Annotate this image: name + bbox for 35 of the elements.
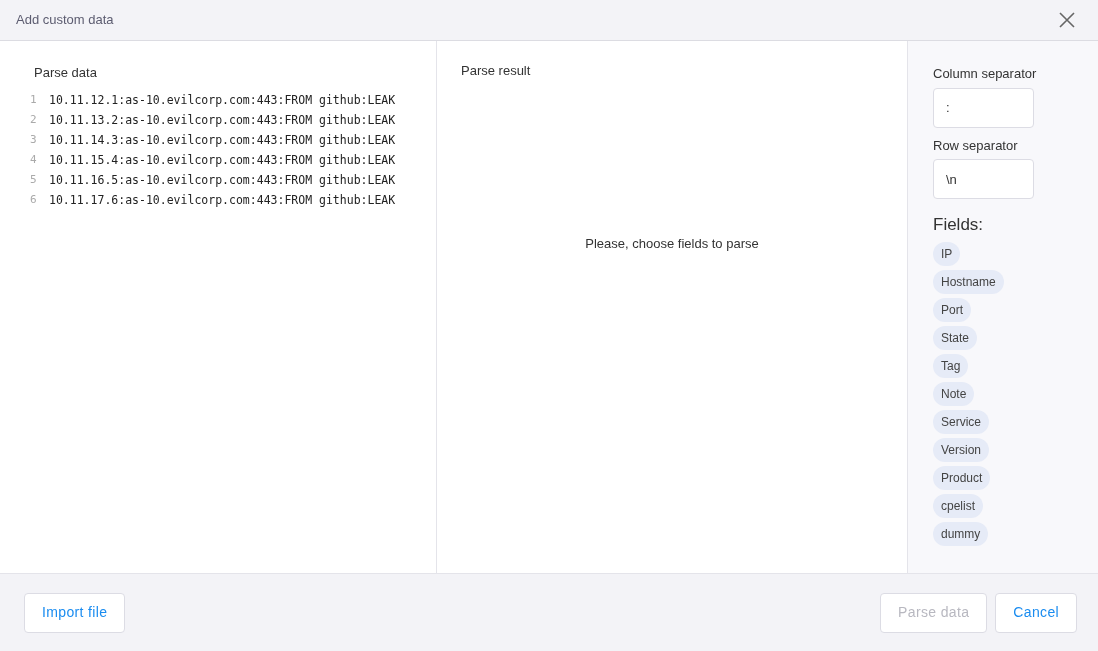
panel-label: Parse result xyxy=(461,62,531,80)
field-chip[interactable]: State xyxy=(933,325,978,350)
line-number: 5 xyxy=(30,172,38,189)
panel-label: Parse data xyxy=(34,64,97,82)
field-chip[interactable]: cpelist xyxy=(933,493,983,518)
field-chip[interactable]: Hostname xyxy=(933,269,1004,294)
line-number: 2 xyxy=(30,112,38,129)
code-line: 10.11.16.5:as-10.evilcorp.com:443:FROM github:LEAK xyxy=(49,171,396,189)
field-chip[interactable]: Port xyxy=(933,297,971,322)
code-line: 10.11.12.1:as-10.evilcorp.com:443:FROM github:LEAK xyxy=(49,91,396,109)
field-chip[interactable]: Note xyxy=(933,381,975,406)
field-chip[interactable]: Version xyxy=(933,437,990,462)
close-icon[interactable] xyxy=(1058,11,1076,29)
empty-message: Please, choose fields to parse xyxy=(585,234,759,253)
line-number: 6 xyxy=(30,192,38,209)
window-title: Add custom data xyxy=(16,11,114,30)
code-line: 10.11.14.3:as-10.evilcorp.com:443:FROM github:LEAK xyxy=(49,131,396,149)
field-label: Column separator xyxy=(933,65,1037,83)
line-number: 4 xyxy=(30,152,38,169)
field-label: Row separator xyxy=(933,136,1018,155)
input-field[interactable]: \n xyxy=(933,159,1034,199)
line-number: 3 xyxy=(30,132,38,149)
field-chip[interactable]: Tag xyxy=(933,353,969,378)
line-number: 1 xyxy=(30,92,38,109)
fields-heading: Fields: xyxy=(933,214,984,236)
code-line: 10.11.15.4:as-10.evilcorp.com:443:FROM github:LEAK xyxy=(49,151,396,169)
field-chip[interactable]: Service xyxy=(933,409,989,434)
field-chip[interactable]: IP xyxy=(933,241,961,266)
code-line: 10.11.17.6:as-10.evilcorp.com:443:FROM github:LEAK xyxy=(49,191,396,209)
code-line: 10.11.13.2:as-10.evilcorp.com:443:FROM github:LEAK xyxy=(49,111,396,129)
field-chip[interactable]: Product xyxy=(933,465,991,490)
import-file-button[interactable]: Import file xyxy=(24,592,126,633)
field-chip[interactable]: dummy xyxy=(933,521,989,546)
cancel-button[interactable]: Cancel xyxy=(995,592,1077,633)
input-field[interactable]: : xyxy=(933,87,1034,128)
